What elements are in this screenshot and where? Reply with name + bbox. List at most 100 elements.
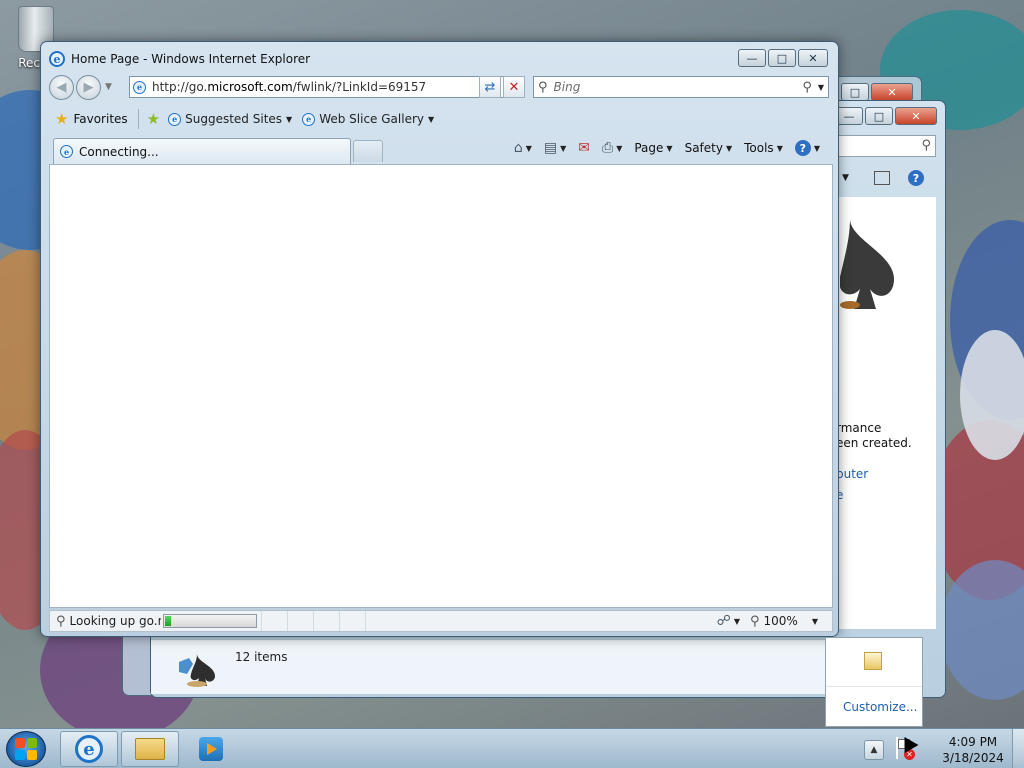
search-options-dropdown[interactable]: ▼	[818, 83, 824, 92]
maximize-button[interactable]: □	[768, 49, 796, 67]
progress-fill	[165, 616, 171, 626]
favorites-bar: ★ Favorites ★ e Suggested Sites ▼ e Web …	[49, 106, 830, 132]
clock-time: 4:09 PM	[948, 735, 998, 749]
details-text-line1: rmance	[836, 421, 882, 435]
add-to-favorites-icon[interactable]: ★	[147, 110, 160, 128]
url-prefix: http://go.	[152, 80, 208, 94]
refresh-button[interactable]: ⇄	[479, 76, 501, 98]
status-message: ⚲ Looking up go.mici	[56, 614, 161, 629]
taskbar-windows-explorer[interactable]	[121, 731, 179, 767]
chevron-down-icon: ▼	[776, 143, 783, 153]
chevron-down-icon: ▼	[725, 143, 733, 153]
new-tab-button[interactable]	[353, 140, 383, 162]
status-pane	[339, 611, 365, 631]
item-count: 12 items	[235, 650, 288, 664]
back-button[interactable]: ◀	[49, 74, 74, 100]
wallpaper-shape	[960, 330, 1024, 460]
details-link[interactable]: e	[836, 488, 936, 502]
search-box[interactable]: ⚲ Bing ⚲ ▼	[533, 76, 829, 98]
safety-menu[interactable]: Safety ▼	[685, 141, 733, 155]
page-menu[interactable]: Page ▼	[634, 141, 672, 155]
internet-explorer-icon: e	[60, 145, 73, 158]
chevron-down-icon: ▼	[427, 114, 435, 124]
tools-menu-label: Tools	[744, 141, 774, 155]
printer-icon: ⎙	[602, 140, 614, 156]
maximize-button[interactable]: □	[841, 83, 869, 101]
loading-progress-bar	[163, 614, 257, 628]
url-suffix: /fwlink/?LinkId=69157	[292, 80, 427, 94]
preview-pane-icon[interactable]	[874, 171, 890, 185]
home-icon: ⌂	[513, 140, 523, 156]
internet-explorer-window[interactable]: e Home Page - Windows Internet Explorer …	[40, 41, 839, 637]
games-icon	[179, 654, 215, 687]
help-icon[interactable]: ?	[908, 170, 924, 186]
maximize-button[interactable]: □	[865, 107, 893, 125]
status-pane	[365, 611, 391, 631]
mail-icon: ✉	[578, 140, 590, 156]
minimize-button[interactable]: —	[835, 107, 863, 125]
chevron-down-icon[interactable]: ▼	[842, 173, 849, 183]
favorites-button[interactable]: ★ Favorites	[55, 110, 128, 128]
tab-label: Connecting...	[79, 144, 159, 159]
page-icon: e	[133, 80, 146, 94]
command-bar: ⌂ ▼ ▤ ▼ ✉ ⎙ ▼ Page ▼ Safety ▼ Tools ▼ ? ▼	[502, 140, 820, 156]
show-hidden-icons-button[interactable]: ▲	[864, 740, 884, 760]
start-button[interactable]	[6, 731, 46, 767]
taskbar: e ▲ ✕ 4:09 PM 3/18/2024	[0, 728, 1024, 768]
page-viewport[interactable]	[49, 164, 833, 608]
search-input[interactable]: ⚲	[836, 135, 936, 157]
title-bar[interactable]: e Home Page - Windows Internet Explorer	[49, 50, 310, 68]
suggested-sites-link[interactable]: e Suggested Sites ▼	[168, 112, 292, 126]
taskbar-media-player[interactable]	[182, 731, 240, 767]
zoom-icon: ⚲	[750, 613, 760, 629]
internet-explorer-icon: e	[168, 112, 182, 126]
notification-area-popup: Customize...	[825, 637, 923, 727]
chevron-down-icon: ▼	[811, 616, 818, 626]
chevron-down-icon: ▼	[733, 616, 740, 626]
tab-row: e Connecting... ⌂ ▼ ▤ ▼ ✉ ⎙ ▼ Page ▼ Safety ▼…	[49, 136, 830, 164]
search-icon: ⚲	[538, 79, 548, 95]
status-pane	[287, 611, 313, 631]
window-title: Home Page - Windows Internet Explorer	[71, 52, 311, 66]
security-icon: ☍	[716, 613, 731, 629]
close-button[interactable]: ✕	[895, 107, 937, 125]
forward-button[interactable]: ▶	[76, 74, 101, 100]
divider	[826, 686, 922, 687]
action-center-icon[interactable]	[864, 652, 882, 670]
status-panes	[261, 611, 391, 631]
folder-icon	[135, 738, 165, 760]
close-button[interactable]: ✕	[871, 83, 913, 101]
show-desktop-button[interactable]	[1012, 729, 1024, 768]
internet-explorer-icon: e	[75, 735, 103, 763]
stop-button[interactable]: ✕	[503, 76, 525, 98]
home-button[interactable]: ⌂ ▼	[514, 140, 532, 156]
protected-mode-button[interactable]: ☍ ▼	[717, 613, 740, 629]
read-mail-button[interactable]: ✉	[578, 140, 590, 156]
clock[interactable]: 4:09 PM 3/18/2024	[938, 734, 1008, 766]
suggested-sites-label: Suggested Sites	[185, 112, 283, 126]
chevron-down-icon: ▼	[525, 143, 532, 153]
web-slice-gallery-link[interactable]: e Web Slice Gallery ▼	[302, 112, 434, 126]
tab-connecting[interactable]: e Connecting...	[53, 138, 351, 164]
windows-logo-icon	[15, 750, 25, 760]
taskbar-internet-explorer[interactable]: e	[60, 731, 118, 767]
web-slice-gallery-label: Web Slice Gallery	[319, 112, 424, 126]
recent-pages-dropdown[interactable]: ▼	[105, 82, 112, 92]
minimize-button[interactable]: —	[738, 49, 766, 67]
search-go-icon[interactable]: ⚲	[802, 80, 812, 95]
favorites-star-icon: ★	[55, 110, 69, 128]
help-menu[interactable]: ? ▼	[794, 140, 820, 156]
windows-logo-icon	[15, 738, 25, 748]
address-bar[interactable]: e http://go.microsoft.com/fwlink/?LinkId…	[129, 76, 525, 98]
help-icon: ?	[794, 140, 811, 156]
feeds-button[interactable]: ▤ ▼	[544, 140, 566, 156]
print-button[interactable]: ⎙ ▼	[602, 140, 622, 156]
zoom-button[interactable]: ⚲ 100% ▼	[750, 614, 818, 629]
details-pane: rmance een created. puter e	[836, 197, 936, 629]
details-link-computer[interactable]: puter	[836, 467, 936, 481]
customize-link[interactable]: Customize...	[843, 700, 917, 714]
windows-logo-icon	[27, 750, 37, 760]
tools-menu[interactable]: Tools ▼	[744, 141, 783, 155]
close-button[interactable]: ✕	[798, 49, 828, 67]
separator	[137, 109, 139, 129]
